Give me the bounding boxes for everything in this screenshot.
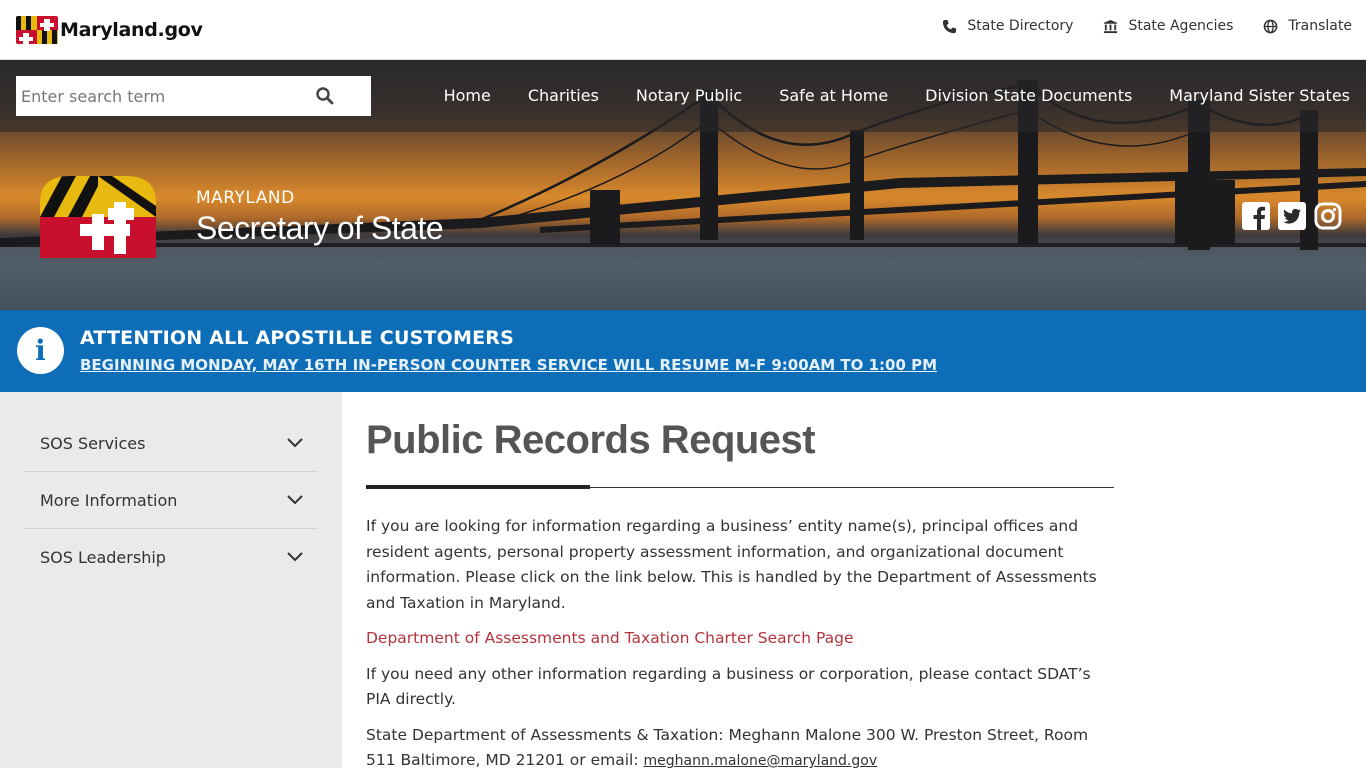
- email-link[interactable]: meghann.malone@maryland.gov: [644, 753, 878, 768]
- state-directory-link[interactable]: State Directory: [942, 18, 1073, 34]
- sidebar: SOS Services More Information SOS Leader…: [0, 392, 342, 768]
- sidebar-item-sos-services[interactable]: SOS Services: [24, 415, 318, 472]
- sidebar-item-more-information[interactable]: More Information: [24, 472, 318, 529]
- top-utility-bar: Maryland.gov State Directory State Agenc…: [0, 0, 1366, 60]
- chevron-down-icon: [287, 495, 303, 505]
- nav-charities[interactable]: Charities: [528, 86, 599, 105]
- social-links: [1242, 202, 1342, 230]
- nav-safe-at-home[interactable]: Safe at Home: [779, 86, 888, 105]
- nav-home[interactable]: Home: [444, 86, 491, 105]
- chevron-down-icon: [287, 552, 303, 562]
- info-icon: i: [17, 327, 64, 374]
- state-agencies-link[interactable]: State Agencies: [1103, 18, 1233, 34]
- paragraph-address: State Department of Assessments & Taxati…: [366, 723, 1116, 768]
- nav-maryland-sister-states[interactable]: Maryland Sister States: [1169, 86, 1350, 105]
- nav-notary-public[interactable]: Notary Public: [636, 86, 742, 105]
- sidebar-item-sos-leadership[interactable]: SOS Leadership: [24, 529, 318, 586]
- maryland-gov-logo[interactable]: Maryland.gov: [16, 15, 203, 45]
- globe-icon: [1264, 19, 1278, 33]
- phone-icon: [943, 19, 957, 33]
- sidebar-item-label: SOS Services: [40, 433, 146, 453]
- page-title: Public Records Request: [366, 418, 816, 462]
- main-nav-bar: Home Charities Notary Public Safe at Hom…: [0, 60, 1366, 132]
- apostille-alert-banner: i ATTENTION ALL APOSTILLE CUSTOMERS BEGI…: [0, 310, 1366, 392]
- sdat-charter-search-link[interactable]: Department of Assessments and Taxation C…: [366, 629, 853, 647]
- sos-office-label: Secretary of State: [196, 209, 444, 246]
- search-box: [16, 76, 371, 116]
- maryland-flag-icon: [16, 16, 58, 44]
- state-directory-label: State Directory: [967, 18, 1074, 34]
- chevron-down-icon: [287, 438, 303, 448]
- search-input[interactable]: [16, 77, 306, 115]
- twitter-icon[interactable]: [1278, 202, 1306, 230]
- title-divider-accent: [366, 485, 590, 489]
- main-nav: Home Charities Notary Public Safe at Hom…: [444, 86, 1350, 105]
- hero-banner: Home Charities Notary Public Safe at Hom…: [0, 60, 1366, 310]
- paragraph-intro: If you are looking for information regar…: [366, 517, 1097, 612]
- sos-logo[interactable]: MARYLAND Secretary of State: [40, 176, 444, 258]
- utility-links: State Directory State Agencies Translate: [942, 18, 1352, 34]
- maryland-shield-icon: [40, 176, 156, 258]
- sos-title: MARYLAND Secretary of State: [196, 187, 444, 247]
- nav-division-state-documents[interactable]: Division State Documents: [925, 86, 1132, 105]
- building-icon: [1104, 19, 1118, 33]
- sidebar-item-label: More Information: [40, 490, 178, 510]
- body-text: If you are looking for information regar…: [366, 514, 1116, 768]
- sos-state-label: MARYLAND: [196, 187, 295, 208]
- state-agencies-label: State Agencies: [1128, 18, 1234, 34]
- paragraph-contact: If you need any other information regard…: [366, 664, 1091, 709]
- translate-link[interactable]: Translate: [1263, 18, 1352, 34]
- alert-subtitle-link[interactable]: BEGINNING MONDAY, MAY 16TH IN-PERSON COU…: [80, 356, 937, 374]
- translate-label: Translate: [1288, 18, 1352, 34]
- alert-title: ATTENTION ALL APOSTILLE CUSTOMERS: [80, 327, 514, 349]
- sidebar-item-label: SOS Leadership: [40, 548, 166, 567]
- search-icon[interactable]: [315, 86, 335, 106]
- facebook-icon[interactable]: [1242, 202, 1270, 230]
- instagram-icon[interactable]: [1314, 202, 1342, 230]
- maryland-gov-brand: Maryland.gov: [60, 19, 203, 41]
